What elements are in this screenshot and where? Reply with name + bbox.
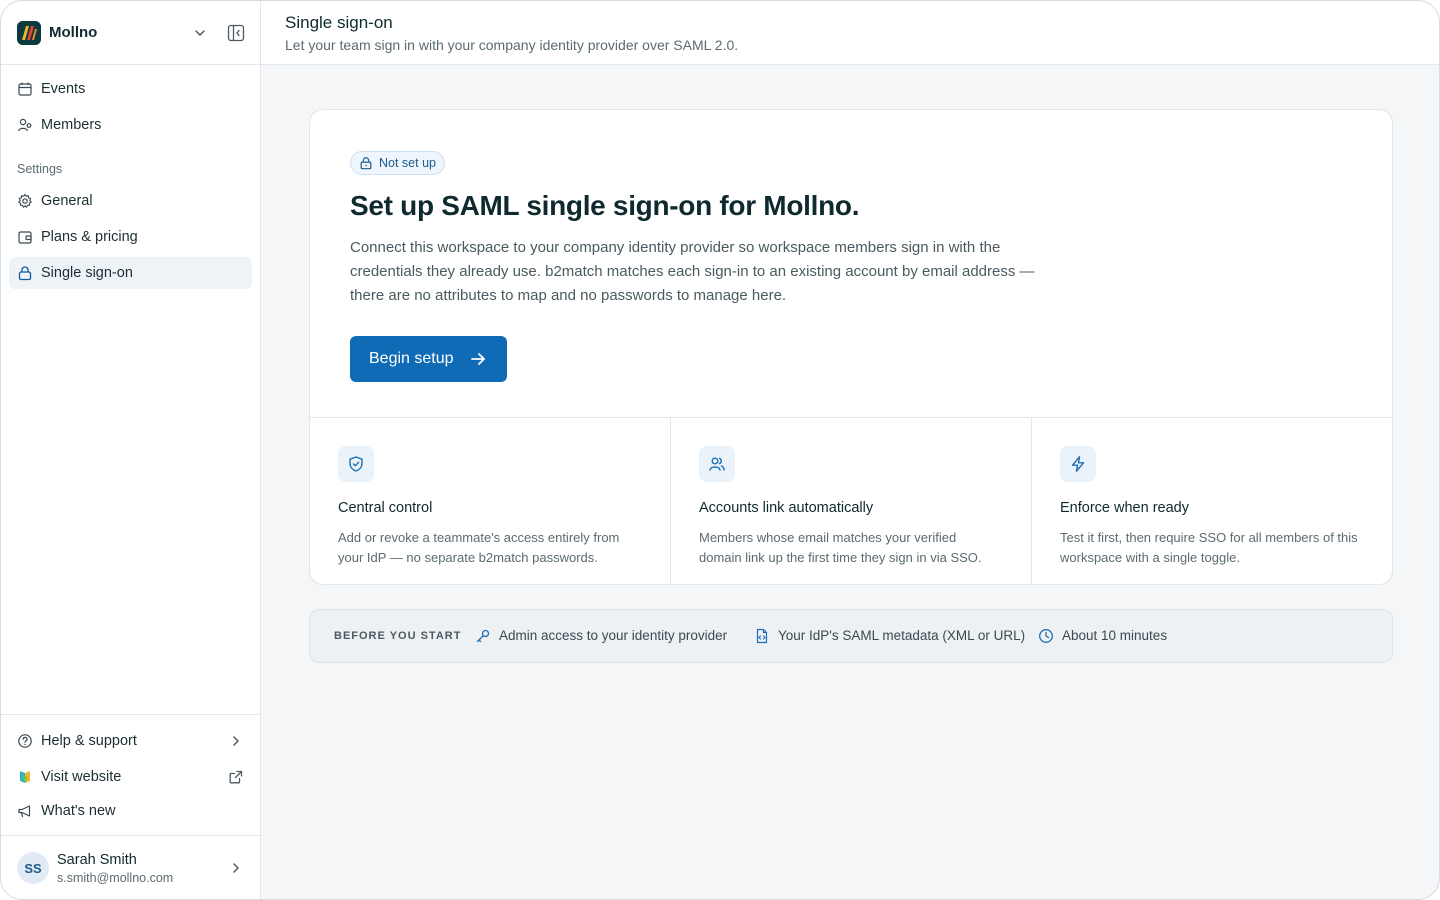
help-support-link[interactable]: Help & support: [9, 725, 252, 757]
page-subtitle: Let your team sign in with your company …: [285, 37, 739, 53]
hero-title: Set up SAML single sign-on for Mollno.: [350, 190, 860, 221]
feature-description: Add or revoke a teammate's access entire…: [338, 530, 620, 565]
status-badge-label: Not set up: [379, 156, 436, 170]
brand-logo-icon: [20, 771, 30, 783]
key-icon: [476, 629, 490, 643]
feature-central-control: Central control Add or revoke a teammate…: [310, 418, 671, 584]
page-header: Single sign-on Let your team sign in wit…: [261, 1, 1439, 65]
external-link-icon: [229, 770, 243, 784]
sidebar-footer: Help & support Visit website What's new …: [1, 714, 260, 899]
settings-heading: Settings: [17, 162, 63, 176]
main-nav: Events Members Settings General Plans & …: [9, 73, 252, 289]
whats-new-link[interactable]: What's new: [9, 795, 252, 827]
prereq-item-metadata: Your IdP's SAML metadata (XML or URL): [754, 627, 1025, 645]
sidebar-collapse-icon[interactable]: [227, 24, 245, 42]
prereq-item-time: About 10 minutes: [1038, 627, 1167, 645]
clock-icon: [1039, 629, 1053, 643]
feature-description: Test it first, then require SSO for all …: [1060, 530, 1358, 565]
gear-icon: [18, 193, 32, 208]
workspace-logo: [17, 21, 41, 45]
lock-icon: [360, 157, 372, 170]
sso-setup-card: Not set up Set up SAML single sign-on fo…: [309, 109, 1393, 585]
nav-item-label: Plans & pricing: [41, 229, 138, 245]
workspace-name: Mollno: [49, 24, 98, 41]
visit-website-link[interactable]: Visit website: [9, 761, 252, 793]
nav-item-plans-pricing[interactable]: Plans & pricing: [9, 221, 252, 253]
nav-item-events[interactable]: Events: [9, 73, 252, 105]
avatar: SS: [17, 852, 49, 884]
prereq-item-text: Admin access to your identity provider: [499, 628, 728, 643]
nav-item-single-sign-on[interactable]: Single sign-on: [9, 257, 252, 289]
nav-item-label: General: [41, 193, 93, 209]
lightning-icon: [1060, 446, 1096, 482]
members-icon: [17, 118, 32, 132]
before-you-start-label: BEFORE YOU START: [334, 630, 462, 642]
lock-icon: [18, 266, 32, 281]
nav-item-label: Members: [41, 117, 102, 133]
feature-title: Enforce when ready: [1060, 500, 1189, 516]
visit-website-label: Visit website: [41, 769, 122, 785]
workspace-switcher[interactable]: Mollno: [1, 1, 260, 65]
before-you-start-panel: BEFORE YOU START Admin access to your id…: [309, 609, 1393, 663]
app-window: Mollno Events Members Settings General P…: [0, 0, 1440, 900]
prereq-item-text: Your IdP's SAML metadata (XML or URL): [778, 628, 1026, 643]
nav-item-label: Single sign-on: [41, 265, 133, 281]
user-email: s.smith@mollno.com: [57, 871, 174, 885]
feature-title: Accounts link automatically: [699, 500, 874, 516]
hero-description: Connect this workspace to your company i…: [350, 239, 1035, 304]
nav-item-label: Events: [41, 81, 86, 97]
user-menu[interactable]: SS Sarah Smith s.smith@mollno.com: [1, 835, 260, 899]
arrow-right-icon: [471, 353, 485, 365]
shield-check-icon: [338, 446, 374, 482]
user-name: Sarah Smith: [57, 852, 137, 868]
feature-description: Members whose email matches your verifie…: [699, 530, 982, 565]
chevron-right-icon: [233, 863, 239, 873]
users-icon: [699, 446, 735, 482]
sidebar: Mollno Events Members Settings General P…: [1, 1, 261, 899]
feature-enforce: Enforce when ready Test it first, then r…: [1032, 418, 1392, 584]
feature-accounts-link: Accounts link automatically Members whos…: [671, 418, 1032, 584]
help-support-label: Help & support: [41, 733, 137, 749]
file-code-icon: [756, 628, 768, 644]
nav-item-general[interactable]: General: [9, 185, 252, 217]
chevron-down-icon[interactable]: [192, 25, 208, 41]
begin-setup-button[interactable]: Begin setup: [350, 336, 507, 382]
help-circle-icon: [18, 734, 32, 748]
nav-item-members[interactable]: Members: [9, 109, 252, 141]
prereq-item-text: About 10 minutes: [1062, 628, 1168, 643]
whats-new-label: What's new: [41, 803, 116, 819]
status-badge: Not set up: [350, 151, 445, 175]
megaphone-icon: [18, 805, 31, 818]
chevron-right-icon: [233, 736, 239, 746]
feature-grid: Central control Add or revoke a teammate…: [310, 417, 1392, 584]
feature-title: Central control: [338, 500, 433, 516]
wallet-icon: [18, 231, 32, 244]
begin-setup-label: Begin setup: [369, 350, 454, 367]
prereq-item-admin-access: Admin access to your identity provider: [475, 627, 727, 645]
calendar-icon: [18, 82, 32, 96]
page-title: Single sign-on: [285, 13, 393, 32]
